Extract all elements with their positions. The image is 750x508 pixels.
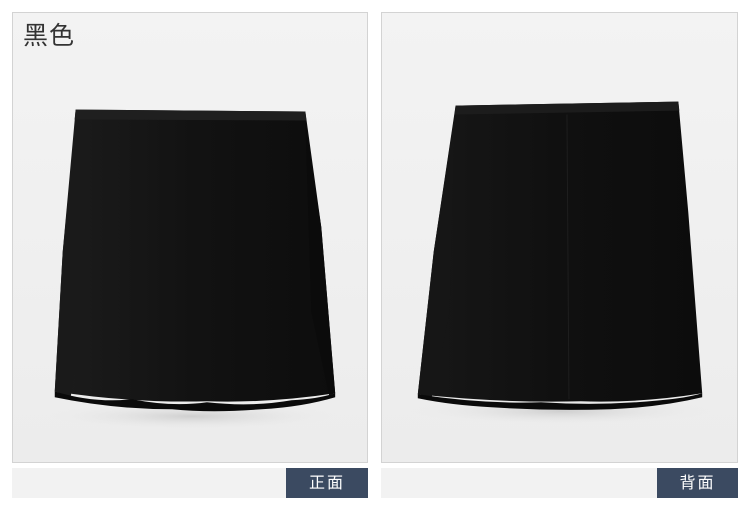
skirt-front-photo xyxy=(13,13,367,462)
back-view-panel xyxy=(381,12,738,463)
front-view-panel: 黑色 xyxy=(12,12,368,463)
color-name-label: 黑色 xyxy=(23,21,76,50)
skirt-back-photo xyxy=(382,13,737,462)
front-caption-bar: 正面 xyxy=(12,468,368,498)
back-caption-bar: 背面 xyxy=(381,468,738,498)
back-view-caption: 背面 xyxy=(657,468,738,498)
front-view-caption: 正面 xyxy=(286,468,368,498)
